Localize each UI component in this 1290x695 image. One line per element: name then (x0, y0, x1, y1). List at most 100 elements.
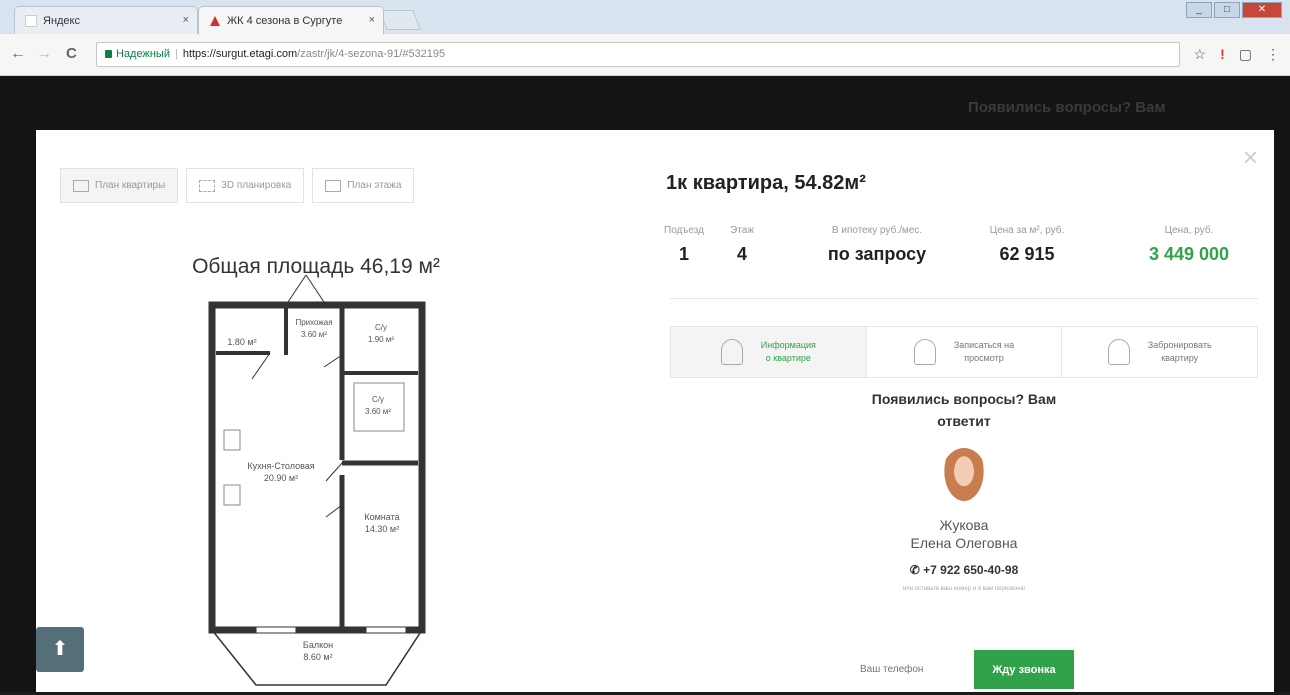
tab-apartment-info[interactable]: Информация о квартире (671, 327, 867, 377)
background-question-text: Появились вопросы? Вам (968, 99, 1166, 116)
tab-label-line2: о квартире (765, 353, 811, 363)
browser-tab-active[interactable]: ЖК 4 сезона в Сургуте × (198, 6, 384, 34)
room-area-bedroom: 14.30 м² (365, 524, 399, 534)
back-to-top-button[interactable]: ⬆ (36, 627, 84, 672)
tab-label: Записаться на просмотр (954, 339, 1014, 365)
stat-value: 62 915 (999, 244, 1055, 264)
room-name-wc1: С/у (375, 323, 387, 332)
agent-contact: Появились вопросы? Вам ответит Жукова Ел… (670, 382, 1258, 689)
extension-alert-icon[interactable]: ! (1220, 46, 1225, 63)
new-tab-button[interactable] (379, 10, 421, 30)
question-heading: Появились вопросы? Вам ответит (871, 391, 1057, 429)
stat-label: В ипотеку руб./мес. (831, 225, 923, 236)
phone-number: +7 922 650-40-98 (923, 563, 1019, 577)
plan-view-tabs: План квартиры 3D планировка План этажа (60, 168, 415, 203)
hand-icon (913, 339, 936, 365)
room-area-hallway: 3.60 м² (301, 330, 327, 339)
browser-tab-bar: Яндекс × ЖК 4 сезона в Сургуте × _ □ ✕ (0, 0, 1290, 34)
tab-title: ЖК 4 сезона в Сургуте (227, 15, 343, 27)
stat-label: Этаж (730, 225, 754, 236)
stat-floor: Этаж 4 (722, 225, 762, 265)
room-name-bedroom: Комната (364, 512, 399, 522)
url-host: https://surgut.etagi.com (182, 48, 298, 60)
room-area-balcony: 8.60 м² (303, 652, 332, 662)
room-area-wc1: 1.90 м² (368, 335, 394, 344)
lock-icon (105, 50, 112, 58)
address-bar[interactable]: Надежный | https://surgut.etagi.com/zastr/… (96, 42, 1180, 67)
phone-icon: ✆ (909, 563, 920, 577)
phone-input[interactable] (846, 650, 974, 689)
apartment-title: 1к квартира, 54.82м² (666, 172, 866, 194)
etagi-favicon-icon (209, 15, 221, 27)
url-path: /zastr/jk/4-sezona-91/#532195 (297, 48, 446, 60)
forward-arrow-icon[interactable]: → (36, 45, 52, 63)
tab-label-line1: Информация (760, 340, 816, 350)
info-tabs: Информация о квартире Записаться на просмо… (670, 326, 1258, 378)
floorplan-icon (73, 179, 89, 192)
tab-label-line2: квартиру (1161, 353, 1199, 363)
extension-icon[interactable]: ▢ (1239, 46, 1252, 63)
floor-icon (325, 179, 342, 192)
agent-surname: Жукова (939, 517, 989, 533)
tab-label: Информация о квартире (761, 339, 816, 365)
browser-tab-yandex[interactable]: Яндекс × (14, 6, 198, 34)
close-icon[interactable]: × (1243, 144, 1258, 170)
toolbar-icons: ☆ ! ▢ ⋮ (1194, 46, 1280, 63)
tab-label: План этажа (347, 180, 402, 191)
room-name-kitchen: Кухня-Столовая (247, 461, 314, 471)
apartment-modal: × План квартиры 3D планировка План этажа… (36, 130, 1274, 692)
stat-entrance: Подъезд 1 (664, 225, 704, 265)
tab-title: Яндекс (43, 15, 80, 27)
room-area-storage: 1.80 м² (227, 337, 256, 347)
window-controls: _ □ ✕ (1186, 2, 1282, 18)
person-icon (720, 339, 743, 365)
tab-label-line1: Записаться на (953, 340, 1015, 350)
stat-label: Цена, руб. (1164, 225, 1214, 236)
security-label: Надежный (116, 48, 170, 60)
agent-phone[interactable]: ✆ +7 922 650-40-98 (670, 563, 1258, 577)
tab-close-icon[interactable]: × (183, 14, 189, 26)
room-name-wc2: С/у (372, 395, 384, 404)
price-value: 3 449 000 (1148, 244, 1230, 264)
tab-3d-plan[interactable]: 3D планировка (186, 168, 305, 203)
tab-close-icon[interactable]: × (369, 14, 375, 26)
stat-label: Цена за м², руб. (989, 225, 1065, 236)
room-area-wc2: 3.60 м² (365, 407, 391, 416)
yandex-favicon-icon (25, 15, 37, 27)
tab-label-line2: просмотр (964, 353, 1004, 363)
menu-icon[interactable]: ⋮ (1266, 46, 1280, 63)
tab-label: Забронировать квартиру (1148, 339, 1212, 365)
stat-value: по запросу (827, 244, 927, 264)
tab-book-viewing[interactable]: Записаться на просмотр (867, 327, 1063, 377)
stats-divider (670, 298, 1258, 299)
room-name-balcony: Балкон (303, 640, 333, 650)
lock-icon (1107, 339, 1130, 365)
tab-reserve[interactable]: Забронировать квартиру (1062, 327, 1257, 377)
back-arrow-icon[interactable]: ← (10, 45, 26, 63)
minimize-button[interactable]: _ (1186, 2, 1212, 18)
tab-apartment-plan[interactable]: План квартиры (60, 168, 179, 203)
stat-value: 1 (678, 244, 689, 264)
url-separator: | (174, 48, 178, 60)
stat-mortgage: В ипотеку руб./мес. по запросу (812, 225, 942, 265)
room-area-kitchen: 20.90 м² (264, 473, 298, 483)
3d-icon (199, 179, 216, 192)
close-window-button[interactable]: ✕ (1242, 2, 1282, 18)
tab-label: План квартиры (95, 180, 166, 191)
callback-hint: или оставьте ваш номер и я вам перезвоню (902, 586, 1026, 592)
callback-form: Жду звонка (846, 650, 1074, 689)
tab-floor-plan[interactable]: План этажа (312, 168, 415, 203)
bookmark-star-icon[interactable]: ☆ (1194, 46, 1207, 63)
callback-button[interactable]: Жду звонка (974, 650, 1074, 689)
stat-price-per-m2: Цена за м², руб. 62 915 (962, 225, 1092, 265)
browser-toolbar: ← → C Надежный | https://surgut.etagi.com/… (0, 34, 1290, 76)
tab-label: 3D планировка (221, 180, 292, 191)
agent-avatar (941, 448, 987, 506)
apartment-floorplan: 1.80 м² Прихожая 3.60 м² С/у 1.90 м² С/у… (208, 275, 426, 686)
stat-value: 4 (736, 244, 747, 264)
stat-price: Цена, руб. 3 449 000 (1124, 225, 1254, 265)
maximize-button[interactable]: □ (1214, 2, 1240, 18)
reload-icon[interactable]: C (66, 45, 77, 62)
agent-firstname: Елена Олеговна (910, 535, 1018, 551)
stat-label: Подъезд (664, 225, 704, 236)
